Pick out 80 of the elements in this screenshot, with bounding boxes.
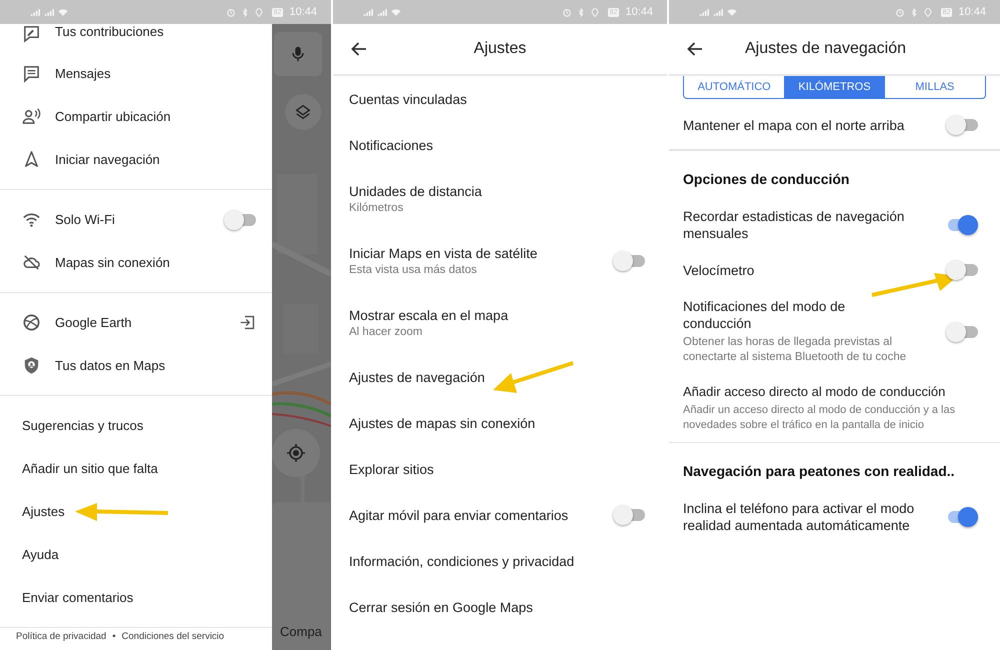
- setting-label[interactable]: Velocímetro: [683, 262, 915, 278]
- globe-icon: [22, 313, 41, 332]
- settings-item[interactable]: Explorar sitios: [349, 462, 434, 476]
- setting-description: Añadir un acceso directo al modo de conducción y a las novedades sobre el tráfico en la pantalla de inicio: [683, 403, 956, 433]
- alarm-icon: [562, 8, 572, 16]
- share-button[interactable]: Compa: [280, 624, 322, 639]
- menu-item[interactable]: Ajustes: [22, 504, 65, 519]
- menu-item[interactable]: Mensajes: [55, 66, 111, 81]
- cloud-off-icon: [22, 253, 41, 272]
- menu-item[interactable]: Compartir ubicación: [55, 109, 171, 124]
- setting-label[interactable]: Inclina el teléfono para activar el modo realidad aumentada automáticamente: [683, 500, 915, 534]
- menu-item[interactable]: Tus datos en Maps: [55, 358, 166, 373]
- setting-label[interactable]: Notificaciones del modo de conducción: [683, 298, 915, 332]
- toggle-switch[interactable]: [946, 115, 978, 135]
- person-share-icon: [22, 107, 41, 126]
- toggle-switch[interactable]: [613, 251, 645, 271]
- setting-description: Obtener las horas de llegada previstas al conectarte al sistema Bluetooth de tu coche: [683, 335, 908, 365]
- signal-icon: [363, 8, 373, 16]
- edit-note-icon: [22, 24, 41, 43]
- item-subtitle: Al hacer zoom: [349, 326, 424, 338]
- menu-item[interactable]: Añadir un sitio que falta: [22, 461, 158, 476]
- wifi-icon: [391, 8, 401, 16]
- alarm-icon: [894, 8, 905, 16]
- settings-item[interactable]: Ajustes de mapas sin conexión: [349, 416, 536, 430]
- signal-icon: [44, 8, 54, 16]
- menu-item[interactable]: Ayuda: [22, 547, 59, 562]
- item-subtitle: Esta vista usa más datos: [349, 264, 478, 276]
- toggle-switch[interactable]: [224, 210, 256, 230]
- signal-icon: [713, 8, 723, 16]
- signal-icon: [30, 8, 40, 16]
- screen-title: Ajustes de navegación: [745, 40, 906, 58]
- settings-item[interactable]: Información, condiciones y privacidad: [349, 554, 574, 568]
- my-location-icon: [286, 443, 306, 463]
- settings-item[interactable]: Cerrar sesión en Google Maps: [349, 600, 533, 614]
- settings-item[interactable]: Notificaciones: [349, 138, 434, 152]
- message-icon: [22, 64, 41, 83]
- section-heading: Navegación para peatones con realidad..: [669, 442, 1000, 491]
- unit-option[interactable]: KILÓMETROS: [784, 76, 885, 98]
- microphone-button[interactable]: [274, 32, 322, 76]
- signal-icon: [377, 8, 387, 16]
- setting-label[interactable]: Recordar estadisticas de navegación mensuales: [683, 208, 915, 242]
- menu-item[interactable]: Iniciar navegación: [55, 152, 160, 167]
- unit-option[interactable]: AUTOMÁTICO: [684, 76, 784, 98]
- menu-item[interactable]: Tus contribuciones: [55, 24, 164, 39]
- separator-dot: •: [112, 631, 116, 643]
- alarm-icon: [226, 8, 236, 16]
- menu-item[interactable]: Enviar comentarios: [22, 590, 134, 605]
- terms-link[interactable]: Condiciones del servicio: [122, 631, 224, 643]
- privacy-link[interactable]: Política de privacidad: [16, 631, 106, 643]
- navigation-arrow-icon: [22, 150, 41, 169]
- item-subtitle: Kilómetros: [349, 202, 404, 214]
- location-icon: [922, 8, 933, 16]
- shield-icon: [22, 356, 41, 375]
- location-icon: [590, 8, 600, 16]
- menu-item[interactable]: Mapas sin conexión: [55, 255, 170, 270]
- signal-icon: [699, 8, 709, 16]
- setting-label[interactable]: Añadir acceso directo al modo de conducción: [683, 383, 978, 400]
- toggle-switch[interactable]: [946, 507, 978, 527]
- menu-item[interactable]: Solo Wi-Fi: [55, 212, 115, 227]
- wifi-icon: [727, 8, 737, 16]
- toggle-switch[interactable]: [946, 322, 978, 342]
- settings-item[interactable]: Unidades de distancia: [349, 184, 482, 199]
- settings-item[interactable]: Mostrar escala en el mapa: [349, 308, 508, 323]
- location-icon: [254, 8, 264, 16]
- settings-item[interactable]: Cuentas vinculadas: [349, 92, 467, 106]
- menu-item[interactable]: Sugerencias y trucos: [22, 418, 144, 433]
- open-external-icon[interactable]: [239, 314, 256, 331]
- setting-label[interactable]: Mantener el mapa con el norte arriba: [683, 116, 915, 134]
- wifi-icon: [58, 8, 68, 16]
- menu-item[interactable]: Google Earth: [55, 315, 132, 330]
- toggle-switch[interactable]: [946, 215, 978, 235]
- settings-item[interactable]: Ajustes de navegación: [349, 370, 485, 384]
- screen-title: Ajustes: [472, 40, 528, 58]
- toggle-switch[interactable]: [613, 505, 645, 525]
- toggle-switch[interactable]: [946, 260, 978, 280]
- settings-item[interactable]: Agitar móvil para enviar comentarios: [349, 508, 568, 522]
- section-heading: Opciones de conducción: [669, 150, 1000, 199]
- unit-option[interactable]: MILLAS: [884, 76, 985, 98]
- layers-icon: [294, 103, 312, 121]
- settings-item[interactable]: Iniciar Maps en vista de satélite: [349, 246, 538, 261]
